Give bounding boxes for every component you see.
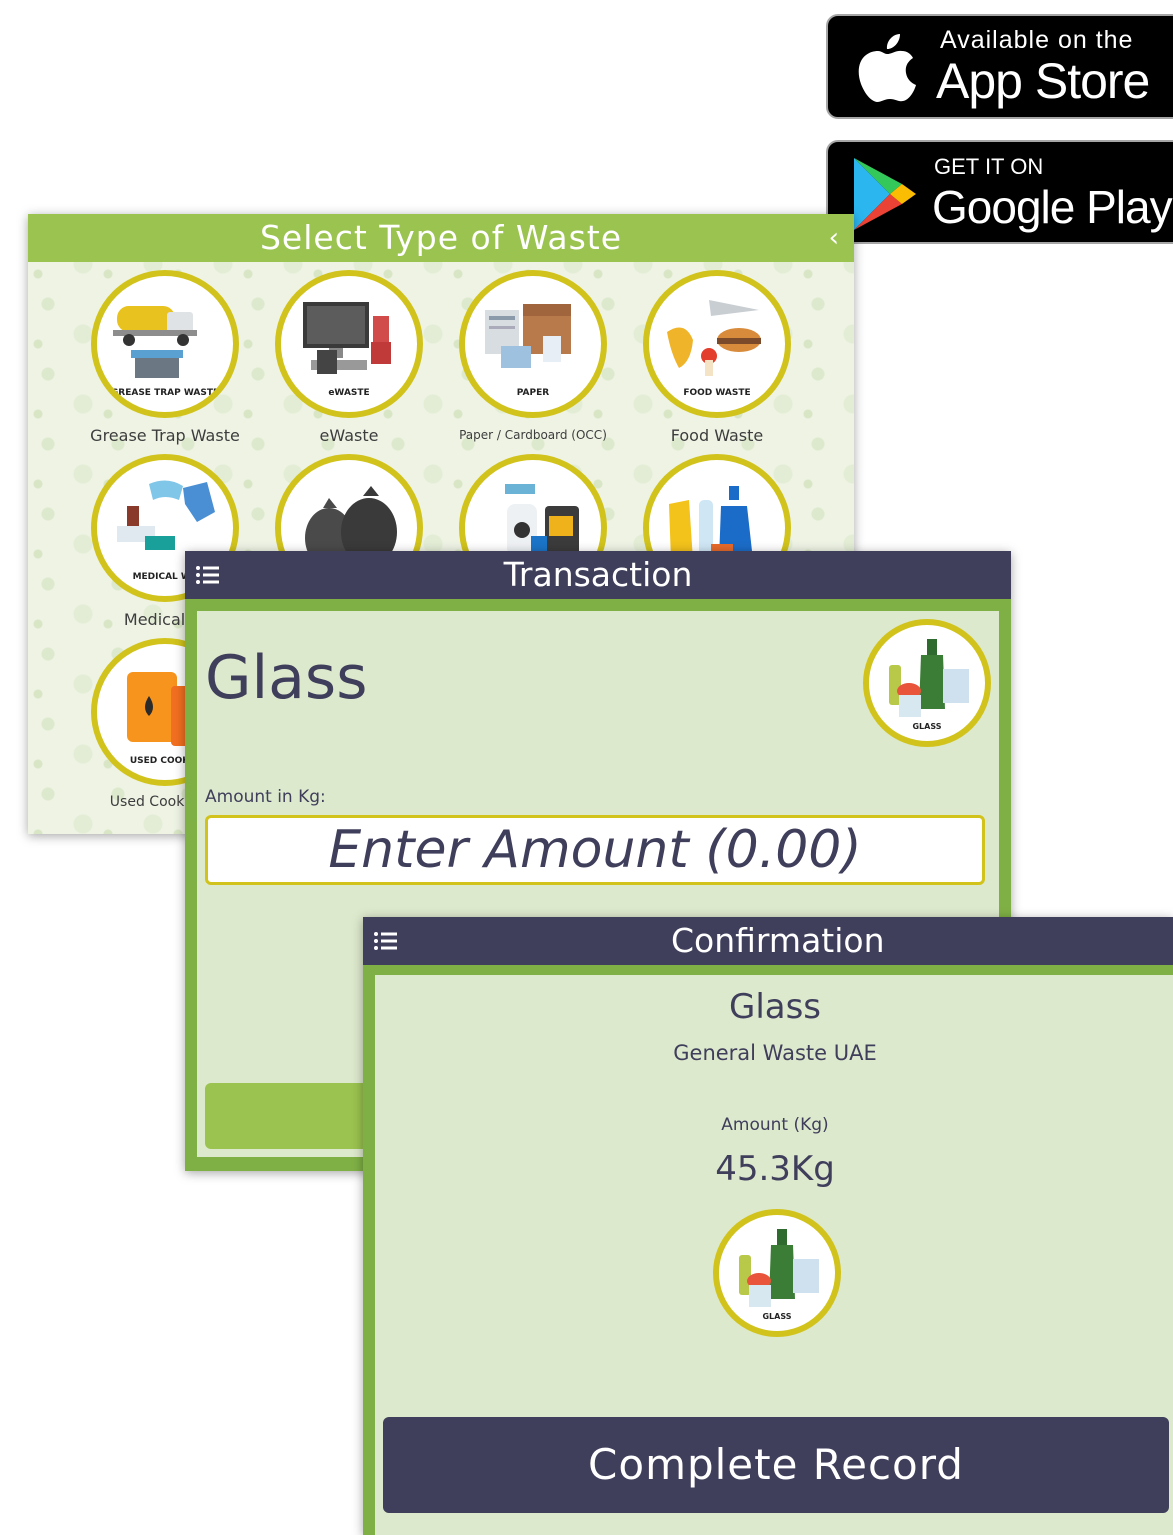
chevron-left-icon[interactable]: ‹ — [829, 214, 840, 262]
google-play-caption: GET IT ON — [934, 154, 1044, 179]
complete-record-button[interactable]: Complete Record — [383, 1417, 1169, 1513]
waste-tile-food[interactable]: FOOD WASTE Food Waste — [632, 270, 802, 445]
glass-icon: GLASS — [863, 619, 991, 747]
grease-trap-badge-text: GREASE TRAP WASTE — [110, 388, 220, 398]
computer-ewaste-icon: eWASTE — [275, 270, 423, 418]
glass-badge-text: GLASS — [912, 722, 942, 731]
transaction-title: Transaction — [503, 555, 693, 594]
app-store-caption: Available on the — [940, 26, 1134, 54]
amount-label: Amount in Kg: — [205, 787, 326, 807]
transaction-header: Transaction — [185, 551, 1011, 599]
food-waste-label: Food Waste — [670, 426, 764, 445]
waste-tile-grease-trap[interactable]: GREASE TRAP WASTE Grease Trap Waste — [80, 270, 250, 445]
ewaste-badge-text: eWASTE — [328, 388, 370, 398]
paper-label: Paper / Cardboard (OCC) — [459, 428, 607, 442]
google-play-logo-icon — [854, 158, 916, 230]
glass-icon: GLASS — [713, 1209, 841, 1337]
confirmation-header: Confirmation — [363, 917, 1173, 965]
ewaste-label: eWaste — [319, 426, 379, 445]
amount-value: 45.3Kg — [715, 1149, 835, 1189]
material-name: Glass — [205, 643, 368, 713]
google-play-badge[interactable]: GET IT ON Google Play — [826, 140, 1173, 244]
app-store-badge[interactable]: Available on the App Store — [826, 14, 1173, 119]
confirmed-material: Glass — [728, 987, 822, 1027]
select-waste-header: Select Type of Waste ‹ — [28, 214, 854, 262]
google-play-title: Google Play — [932, 181, 1173, 233]
confirmation-screen: Confirmation Glass General Waste UAE Amo… — [363, 917, 1173, 1535]
waste-tile-paper[interactable]: PAPER Paper / Cardboard (OCC) — [448, 270, 618, 442]
food-waste-icon: FOOD WASTE — [643, 270, 791, 418]
list-menu-icon[interactable] — [373, 929, 397, 953]
app-store-title: App Store — [936, 53, 1150, 109]
glass-badge-text: GLASS — [762, 1312, 792, 1321]
waste-category: General Waste UAE — [673, 1041, 877, 1065]
paper-badge-text: PAPER — [516, 388, 550, 398]
list-menu-icon[interactable] — [195, 563, 219, 587]
grease-trap-label: Grease Trap Waste — [90, 426, 240, 445]
amount-caption: Amount (Kg) — [721, 1115, 829, 1135]
grease-trap-truck-icon: GREASE TRAP WASTE — [91, 270, 239, 418]
waste-tile-ewaste[interactable]: eWASTE eWaste — [264, 270, 434, 445]
apple-logo-icon — [858, 34, 916, 102]
food-waste-badge-text: FOOD WASTE — [683, 388, 751, 398]
confirmation-title: Confirmation — [671, 921, 885, 960]
select-waste-title: Select Type of Waste — [259, 218, 623, 257]
paper-cardboard-icon: PAPER — [459, 270, 607, 418]
amount-input[interactable] — [205, 815, 985, 885]
